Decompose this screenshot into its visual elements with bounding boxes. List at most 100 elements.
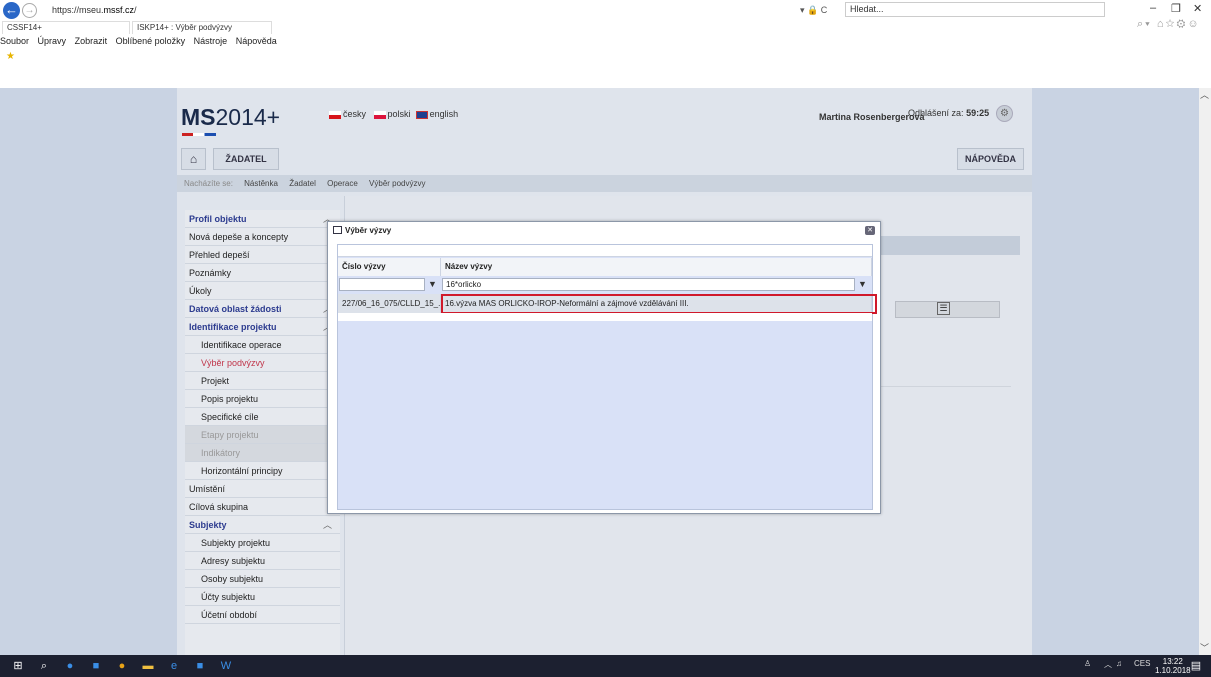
address-bar[interactable]: https://mseu.mssf.cz/: [52, 5, 137, 15]
sidebar-item[interactable]: Horizontální principy: [185, 462, 340, 480]
scroll-down-icon[interactable]: ﹀: [1200, 641, 1209, 654]
browser-chrome: ← → https://mseu.mssf.cz/ ▾ 🔒 C Hledat..…: [0, 0, 1211, 88]
lang-czech[interactable]: česky: [343, 109, 366, 119]
sidebar-item-label: Osoby subjektu: [201, 574, 264, 584]
column-header-number[interactable]: Číslo výzvy: [338, 258, 441, 276]
sidebar-item[interactable]: Adresy subjektu: [185, 552, 340, 570]
sidebar-item[interactable]: Specifické cíle: [185, 408, 340, 426]
address-tools[interactable]: ▾ 🔒 C: [800, 5, 827, 16]
sidebar-item[interactable]: Osoby subjektu: [185, 570, 340, 588]
tab-iskp[interactable]: ISKP14+ : Výběr podvýzvy: [132, 21, 272, 34]
sidebar-item[interactable]: Umístění: [185, 480, 340, 498]
sidebar-item-label: Subjekty projektu: [201, 538, 271, 548]
skype-icon[interactable]: ●: [62, 658, 78, 674]
sidebar-item[interactable]: Profil objektu ︿: [185, 210, 340, 228]
filter-icon[interactable]: ▼: [858, 279, 867, 289]
url-prefix: https://mseu.: [52, 5, 104, 15]
favorites-icon[interactable]: ★: [6, 51, 15, 62]
lang-english[interactable]: english: [430, 109, 459, 119]
menu-view[interactable]: Zobrazit: [75, 36, 108, 46]
cell-call-number[interactable]: 227/06_16_075/CLLD_15_...: [338, 294, 441, 313]
menu-tools[interactable]: Nástroje: [194, 36, 228, 46]
sidebar-item[interactable]: Účetní období: [185, 606, 340, 624]
scroll-up-icon[interactable]: ︿: [1200, 88, 1209, 101]
czech-flag-icon: [329, 110, 341, 119]
sidebar-item[interactable]: Výběr podvýzvy: [185, 354, 340, 372]
input-language[interactable]: CES: [1134, 659, 1150, 668]
menu-edit[interactable]: Úpravy: [38, 36, 67, 46]
sidebar-item[interactable]: Indikátory: [185, 444, 340, 462]
breadcrumb-item[interactable]: Žadatel: [289, 179, 316, 188]
breadcrumb-item[interactable]: Operace: [327, 179, 358, 188]
home-button[interactable]: ⌂: [181, 148, 206, 170]
session-timer: Odhlášení za: 59:25: [908, 108, 989, 118]
list-picker-icon[interactable]: ☰: [937, 302, 950, 315]
search-icon[interactable]: ⌕: [36, 658, 52, 674]
sidebar-item-label: Identifikace projektu: [189, 322, 277, 332]
sidebar-item[interactable]: Přehled depeší: [185, 246, 340, 264]
sidebar-item[interactable]: Cílová skupina: [185, 498, 340, 516]
sidebar-item-label: Indikátory: [201, 448, 241, 458]
sidebar-item[interactable]: Nová depeše a koncepty: [185, 228, 340, 246]
tray-arrow-icon[interactable]: ︿: [1104, 659, 1112, 670]
sidebar-item[interactable]: Datová oblast žádosti︿: [185, 300, 340, 318]
settings-icon[interactable]: ⚙: [996, 105, 1013, 122]
close-icon[interactable]: ✕: [865, 226, 875, 235]
sidebar-item-label: Umístění: [189, 484, 226, 494]
sidebar-item[interactable]: Identifikace operace: [185, 336, 340, 354]
sidebar-item[interactable]: Popis projektu: [185, 390, 340, 408]
breadcrumb-item[interactable]: Výběr podvýzvy: [369, 179, 425, 188]
lang-polish[interactable]: polski: [388, 109, 411, 119]
sidebar-item[interactable]: Úkoly: [185, 282, 340, 300]
applicant-button[interactable]: ŽADATEL: [213, 148, 279, 170]
back-icon[interactable]: ←: [3, 2, 20, 19]
clock-date: 1.10.2018: [1155, 666, 1191, 675]
browser-search-input[interactable]: Hledat...: [845, 2, 1105, 17]
ms2014-logo[interactable]: MS2014+: [181, 104, 280, 131]
sidebar-item[interactable]: Subjekty ︿: [185, 516, 340, 534]
clock[interactable]: 13:22 1.10.2018: [1155, 657, 1191, 675]
outlook-icon[interactable]: ■: [88, 658, 104, 674]
sidebar-item[interactable]: Subjekty projektu: [185, 534, 340, 552]
internet-explorer-icon[interactable]: e: [166, 658, 182, 674]
save-icon[interactable]: ■: [192, 658, 208, 674]
url-suffix: /: [134, 5, 137, 15]
breadcrumb-item[interactable]: Nástěnka: [244, 179, 278, 188]
forward-icon[interactable]: →: [22, 3, 37, 18]
grid-toolbar: [338, 245, 872, 257]
sidebar-item-label: Výběr podvýzvy: [201, 358, 265, 368]
sidebar-item[interactable]: Identifikace projektu︿: [185, 318, 340, 336]
explorer-icon[interactable]: ▬: [140, 658, 156, 674]
tab-cssf[interactable]: CSSF14+: [2, 21, 130, 34]
word-icon[interactable]: W: [218, 658, 234, 674]
column-header-name[interactable]: Název výzvy: [441, 258, 872, 276]
maximize-icon[interactable]: ❐: [1171, 2, 1181, 15]
logo-flag-line: [182, 133, 216, 136]
menu-file[interactable]: Soubor: [0, 36, 29, 46]
sidebar-item[interactable]: Účty subjektu: [185, 588, 340, 606]
menu-help[interactable]: Nápověda: [236, 36, 277, 46]
sidebar-item[interactable]: Projekt: [185, 372, 340, 390]
people-icon[interactable]: ♙: [1084, 659, 1091, 668]
filter-name-input[interactable]: 16*orlicko: [442, 278, 855, 291]
sidebar-item-label: Specifické cíle: [201, 412, 259, 422]
menu-favorites[interactable]: Oblíbené položky: [116, 36, 186, 46]
sidebar-item[interactable]: Poznámky: [185, 264, 340, 282]
volume-icon[interactable]: ♫: [1116, 659, 1122, 668]
close-window-icon[interactable]: ✕: [1193, 2, 1202, 15]
chevron-up-icon[interactable]: ︿: [323, 516, 332, 534]
filter-number-input[interactable]: [339, 278, 425, 291]
page-scrollbar[interactable]: ︿ ﹀: [1199, 88, 1211, 655]
highlight-box: [441, 294, 877, 314]
chrome-icon[interactable]: ●: [114, 658, 130, 674]
minimize-icon[interactable]: –: [1150, 2, 1156, 14]
sidebar-item-label: Úkoly: [189, 286, 212, 296]
notifications-icon[interactable]: ▤: [1188, 658, 1204, 674]
sidebar-item-label: Adresy subjektu: [201, 556, 266, 566]
main-toolbar: ⌂ ŽADATEL NÁPOVĚDA: [181, 147, 1028, 171]
windows-start-icon[interactable]: ⊞: [10, 658, 26, 674]
sidebar-item-label: Projekt: [201, 376, 230, 386]
sidebar-item[interactable]: Etapy projektu: [185, 426, 340, 444]
help-button[interactable]: NÁPOVĚDA: [957, 148, 1024, 170]
filter-icon[interactable]: ▼: [428, 279, 437, 289]
